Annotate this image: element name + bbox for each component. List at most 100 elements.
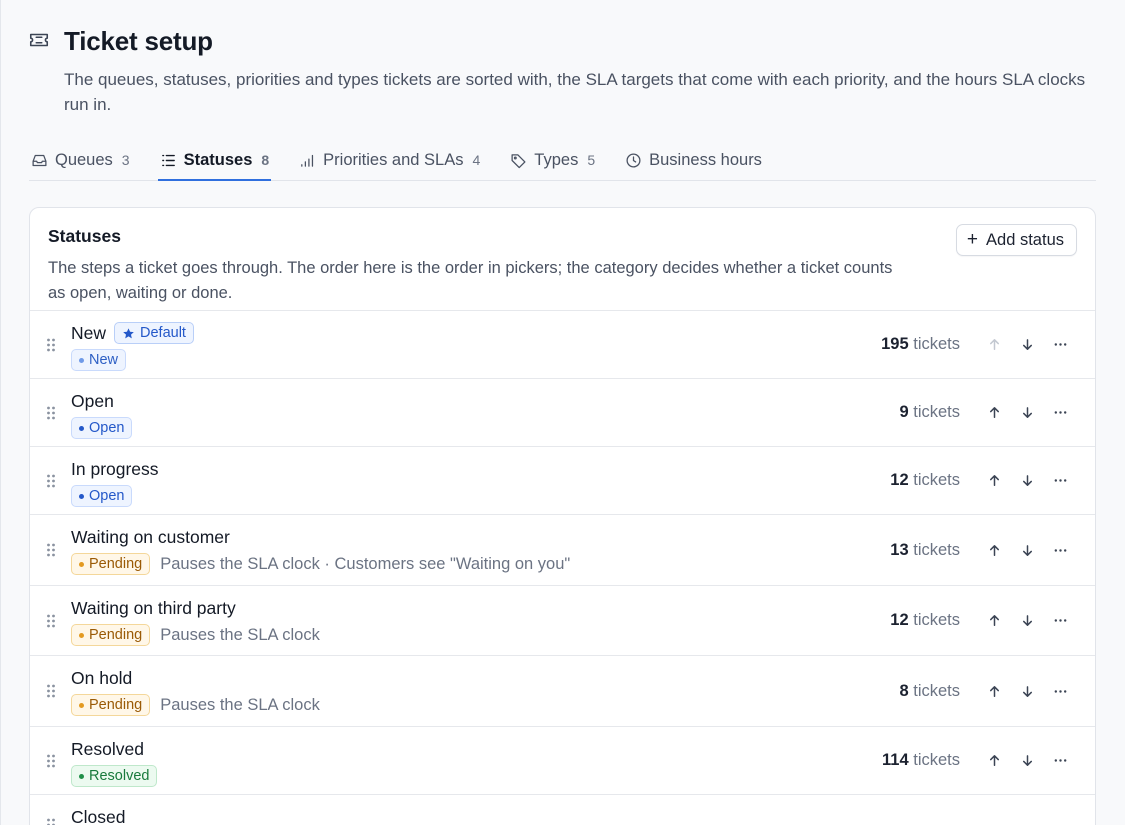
category-label: Open xyxy=(89,420,125,436)
status-row[interactable]: Open Open 9 tickets xyxy=(30,379,1095,447)
drag-handle-icon[interactable] xyxy=(46,817,56,825)
status-note: Pauses the SLA clock xyxy=(160,625,320,644)
tab-label: Priorities and SLAs xyxy=(323,150,464,169)
ticket-count-value: 195 xyxy=(881,335,909,353)
ticket-count-value: 8 xyxy=(899,681,909,700)
row-actions: 195 tickets xyxy=(881,331,1077,359)
drag-handle-icon[interactable] xyxy=(46,753,56,769)
more-options-button[interactable] xyxy=(1044,536,1077,564)
add-status-button[interactable]: + Add status xyxy=(955,224,1077,256)
more-options-button[interactable] xyxy=(1044,677,1077,705)
drag-handle-icon[interactable] xyxy=(46,683,56,699)
more-icon xyxy=(1054,548,1067,552)
tab-statuses[interactable]: Statuses 8 xyxy=(157,140,272,181)
tab-label: Types xyxy=(534,150,579,169)
category-badge: Open xyxy=(71,417,133,439)
category-badge: Resolved xyxy=(71,765,158,787)
arrow-up-icon xyxy=(990,685,999,697)
status-info: Resolved Resolved xyxy=(71,737,158,787)
more-options-button[interactable] xyxy=(1044,467,1077,495)
category-dot xyxy=(79,561,84,567)
move-up-button[interactable] xyxy=(978,536,1011,564)
star-icon xyxy=(123,327,134,338)
move-down-button[interactable] xyxy=(1011,467,1044,495)
category-label: Pending xyxy=(89,627,143,643)
status-name: On hold xyxy=(71,667,133,688)
ticket-count: 8 tickets xyxy=(899,682,960,701)
more-icon xyxy=(1054,619,1067,622)
status-name: New xyxy=(71,322,107,343)
arrow-down-icon xyxy=(1023,685,1032,697)
row-actions: 114 tickets xyxy=(882,747,1077,775)
plus-icon: + xyxy=(966,228,979,250)
move-up-button[interactable] xyxy=(978,331,1011,359)
arrow-up-icon xyxy=(990,755,999,766)
move-down-button[interactable] xyxy=(1011,677,1044,705)
status-row[interactable]: Waiting on third party Pending Pauses the … xyxy=(30,586,1095,656)
drag-handle-icon[interactable] xyxy=(46,613,56,629)
more-options-button[interactable] xyxy=(1044,399,1077,427)
tab-label: Statuses xyxy=(183,150,253,169)
move-up-button[interactable] xyxy=(978,399,1011,427)
row-actions: 9 tickets xyxy=(899,399,1077,427)
category-label: Resolved xyxy=(89,768,150,784)
tab-types[interactable]: Types 5 xyxy=(508,140,597,180)
category-label: Pending xyxy=(89,697,143,713)
status-note: Pauses the SLA clock · Customers see "Wa… xyxy=(160,554,571,573)
tab-queues[interactable]: Queues 3 xyxy=(29,140,132,180)
more-icon xyxy=(1054,689,1067,693)
arrow-down-icon xyxy=(1023,615,1032,626)
more-icon xyxy=(1054,479,1067,482)
status-row[interactable]: Waiting on customer Pending Pauses the SLA… xyxy=(30,515,1095,586)
move-down-button[interactable] xyxy=(1011,331,1044,359)
move-up-button[interactable] xyxy=(978,747,1011,775)
move-down-button[interactable] xyxy=(1011,399,1044,427)
category-label: Open xyxy=(89,488,125,504)
statuses-card: Statuses The steps a ticket goes through… xyxy=(29,207,1096,825)
tag-icon xyxy=(511,153,526,168)
ticket-count: 12 tickets xyxy=(890,471,960,490)
status-row[interactable]: In progress Open 12 tickets xyxy=(30,447,1095,515)
category-dot xyxy=(79,773,84,779)
tab-business-hours[interactable]: Business hours xyxy=(623,140,764,180)
status-name: Waiting on customer xyxy=(71,526,230,547)
ticket-count-value: 12 xyxy=(890,611,909,629)
more-options-button[interactable] xyxy=(1044,331,1077,359)
ticket-count: 114 tickets xyxy=(882,751,960,770)
list-icon xyxy=(161,154,175,166)
status-row[interactable]: Closed xyxy=(30,795,1095,825)
status-row[interactable]: New Default New 195 tickets xyxy=(30,311,1095,379)
drag-handle-icon[interactable] xyxy=(46,405,56,421)
tab-label: Queues xyxy=(55,150,113,169)
status-row[interactable]: On hold Pending Pauses the SLA clock 8 tick… xyxy=(30,656,1095,727)
arrow-down-icon xyxy=(1023,339,1032,350)
tab-label: Business hours xyxy=(649,150,762,169)
drag-handle-icon[interactable] xyxy=(46,337,56,353)
arrow-up-icon xyxy=(990,407,999,418)
status-name: In progress xyxy=(71,458,159,479)
move-up-button[interactable] xyxy=(978,467,1011,495)
arrow-up-icon xyxy=(990,339,999,350)
drag-handle-icon[interactable] xyxy=(46,473,56,489)
status-row[interactable]: Resolved Resolved 114 tickets xyxy=(30,727,1095,795)
arrow-down-icon xyxy=(1023,407,1032,418)
move-up-button[interactable] xyxy=(978,607,1011,635)
ticket-count-suffix: tickets xyxy=(913,681,960,700)
tab-priorities-and-slas[interactable]: Priorities and SLAs 4 xyxy=(297,140,482,180)
drag-handle-icon[interactable] xyxy=(46,542,56,558)
status-info: Closed xyxy=(71,805,125,825)
row-actions: 13 tickets xyxy=(890,536,1077,564)
status-info: In progress Open xyxy=(71,457,159,507)
more-options-button[interactable] xyxy=(1044,607,1077,635)
move-down-button[interactable] xyxy=(1011,536,1044,564)
arrow-down-icon xyxy=(1023,544,1032,556)
category-label: New xyxy=(89,352,119,368)
move-down-button[interactable] xyxy=(1011,607,1044,635)
move-up-button[interactable] xyxy=(978,677,1011,705)
move-down-button[interactable] xyxy=(1011,747,1044,775)
ticket-count-suffix: tickets xyxy=(913,471,960,489)
ticket-count-suffix: tickets xyxy=(913,611,960,629)
default-label: Default xyxy=(140,325,186,341)
category-dot xyxy=(79,357,84,363)
more-options-button[interactable] xyxy=(1044,747,1077,775)
